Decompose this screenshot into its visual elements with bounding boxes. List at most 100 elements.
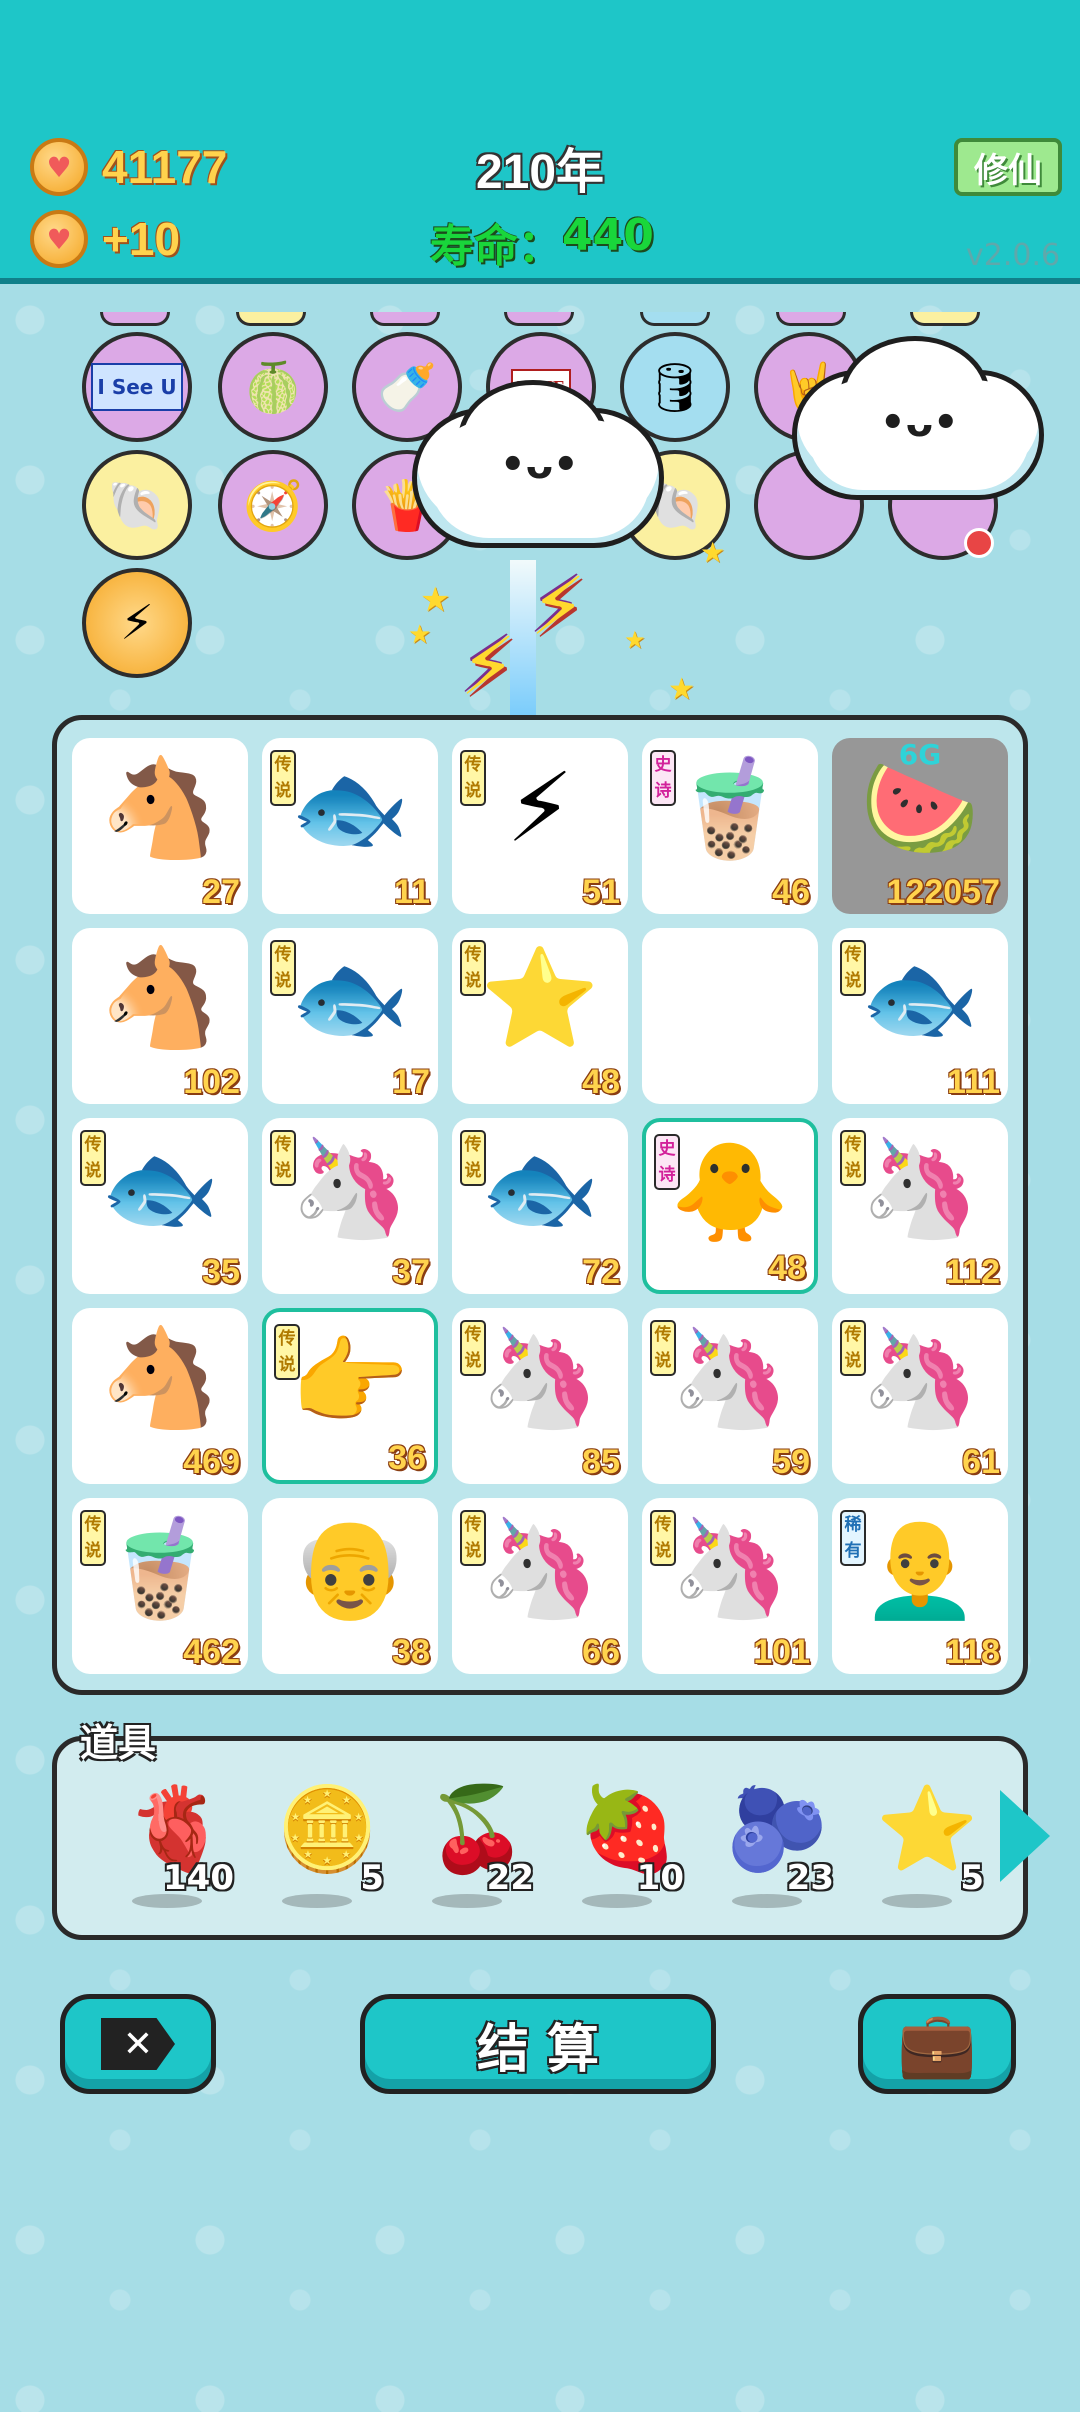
grid-cell[interactable]: 🦄 传说 59 bbox=[642, 1308, 818, 1484]
relic-lightning-coin[interactable]: ⚡ bbox=[82, 568, 192, 678]
star-icon: ★ bbox=[624, 626, 646, 654]
i-see-u-sign-icon: I See U bbox=[91, 363, 183, 411]
cultivate-button[interactable]: 修仙 bbox=[954, 138, 1062, 196]
star-icon: ★ bbox=[420, 580, 451, 620]
item-value: 85 bbox=[582, 1443, 620, 1481]
prop-coin[interactable]: 🪙 5 bbox=[254, 1782, 384, 1912]
item-value: 469 bbox=[183, 1443, 240, 1481]
settle-button[interactable]: 结 算 bbox=[360, 1994, 716, 2094]
item-value: 38 bbox=[392, 1633, 430, 1671]
bag-button[interactable]: 💼 bbox=[858, 1994, 1016, 2094]
grid-cell[interactable]: 🐟 传说 111 bbox=[832, 928, 1008, 1104]
rarity-tag: 传说 bbox=[270, 750, 296, 806]
bolt-icon: ⚡ bbox=[460, 620, 517, 713]
item-value: 48 bbox=[768, 1249, 806, 1287]
props-title: 道具 bbox=[80, 1721, 157, 1765]
close-button[interactable]: ✕ bbox=[60, 1994, 216, 2094]
item-icon: 🐴 bbox=[100, 942, 220, 1054]
item-value: 11 bbox=[394, 873, 430, 911]
rarity-tag: 传说 bbox=[80, 1130, 106, 1186]
grid-cell[interactable]: 🐴 469 bbox=[72, 1308, 248, 1484]
coin-icon: ♥ bbox=[30, 138, 88, 196]
prop-count: 23 bbox=[786, 1858, 834, 1898]
grid-cell[interactable] bbox=[642, 928, 818, 1104]
income-stat: ♥ +10 bbox=[30, 210, 180, 268]
prop-liver[interactable]: 🫀 140 bbox=[104, 1782, 234, 1912]
lifespan-value: 440 bbox=[562, 210, 654, 261]
relic-partial bbox=[100, 312, 170, 326]
relic-partial bbox=[236, 312, 306, 326]
item-icon: 🐴 bbox=[100, 752, 220, 864]
grid-cell[interactable]: 🐟 传说 11 bbox=[262, 738, 438, 914]
item-value: 122057 bbox=[886, 873, 1000, 911]
relic-pomelo[interactable]: 🍈 bbox=[218, 332, 328, 442]
item-value: 61 bbox=[962, 1443, 1000, 1481]
grid-cell[interactable]: 👉 传说 36 bbox=[262, 1308, 438, 1484]
grid-cell[interactable]: 👴 38 bbox=[262, 1498, 438, 1674]
year-label: 210年 bbox=[475, 146, 605, 199]
grid-cell[interactable]: 👨‍🦲 稀有 118 bbox=[832, 1498, 1008, 1674]
grid-cell[interactable]: 🦄 传说 85 bbox=[452, 1308, 628, 1484]
top-header: ♥ 41177 ♥ +10 210年 寿命： 440 修仙 v2.0.6 bbox=[0, 0, 1080, 284]
prop-count: 10 bbox=[636, 1858, 684, 1898]
relic-seashell[interactable]: 🐚 bbox=[82, 450, 192, 560]
grid-cell[interactable]: 6G 🍉 122057 bbox=[832, 738, 1008, 914]
item-value: 66 bbox=[582, 1633, 620, 1671]
grid-cell[interactable]: ⚡ 传说 51 bbox=[452, 738, 628, 914]
item-value: 17 bbox=[392, 1063, 430, 1101]
item-value: 46 bbox=[772, 873, 810, 911]
item-value: 102 bbox=[183, 1063, 240, 1101]
item-value: 112 bbox=[945, 1253, 1000, 1291]
item-icon: 🍉 bbox=[860, 752, 980, 864]
relic-partial bbox=[370, 312, 440, 326]
prop-blueberry[interactable]: 🫐 23 bbox=[704, 1782, 834, 1912]
item-value: 51 bbox=[582, 873, 620, 911]
relic-compass[interactable]: 🧭 bbox=[218, 450, 328, 560]
income-value: +10 bbox=[102, 213, 181, 265]
grid-cell[interactable]: 🦄 传说 112 bbox=[832, 1118, 1008, 1294]
grid-cell[interactable]: 🦄 传说 101 bbox=[642, 1498, 818, 1674]
seashell-icon: 🐚 bbox=[107, 477, 167, 534]
grid-cell[interactable]: 🐴 27 bbox=[72, 738, 248, 914]
bolt-icon: ⚡ bbox=[530, 560, 587, 653]
grid-cell[interactable]: 🐟 传说 72 bbox=[452, 1118, 628, 1294]
grid-cell[interactable]: 🐥 史诗 48 bbox=[642, 1118, 818, 1294]
relic-partial bbox=[640, 312, 710, 326]
grid-cell[interactable]: 🐴 102 bbox=[72, 928, 248, 1104]
prop-count: 5 bbox=[960, 1858, 984, 1898]
rarity-tag: 史诗 bbox=[654, 1134, 680, 1190]
grid-cell[interactable]: ⭐ 传说 48 bbox=[452, 928, 628, 1104]
grid-cell[interactable]: 🐟 传说 35 bbox=[72, 1118, 248, 1294]
rarity-tag: 稀有 bbox=[840, 1510, 866, 1566]
cloud-face: •ᴗ• bbox=[500, 442, 579, 488]
grid-cell[interactable]: 🦄 传说 37 bbox=[262, 1118, 438, 1294]
item-icon: 👴 bbox=[290, 1512, 410, 1624]
rarity-tag: 传说 bbox=[270, 940, 296, 996]
prop-strawberry[interactable]: 🍓 10 bbox=[554, 1782, 684, 1912]
prop-count: 140 bbox=[163, 1858, 234, 1898]
prop-count: 5 bbox=[360, 1858, 384, 1898]
briefcase-icon: 💼 bbox=[897, 2007, 977, 2082]
rarity-tag: 传说 bbox=[650, 1510, 676, 1566]
prop-star[interactable]: ⭐ 5 bbox=[854, 1782, 984, 1912]
star-icon: ★ bbox=[700, 536, 726, 569]
grid-cell[interactable]: 🧋 史诗 46 bbox=[642, 738, 818, 914]
rarity-tag: 传说 bbox=[460, 1510, 486, 1566]
grid-cell[interactable]: 🧋 传说 462 bbox=[72, 1498, 248, 1674]
prop-shadow bbox=[282, 1894, 352, 1908]
grid-cell[interactable]: 🦄 传说 61 bbox=[832, 1308, 1008, 1484]
relic-i-see-u[interactable]: I See U bbox=[82, 332, 192, 442]
item-value: 59 bbox=[772, 1443, 810, 1481]
item-value: 72 bbox=[582, 1253, 620, 1291]
next-arrow-icon[interactable] bbox=[1000, 1790, 1050, 1882]
grid-cell[interactable]: 🦄 传说 66 bbox=[452, 1498, 628, 1674]
grid-cell[interactable]: 🐟 传说 17 bbox=[262, 928, 438, 1104]
rarity-tag: 传说 bbox=[270, 1130, 296, 1186]
item-icon: 🐴 bbox=[100, 1322, 220, 1434]
rarity-tag: 传说 bbox=[460, 1130, 486, 1186]
prop-bayberry[interactable]: 🍒 22 bbox=[404, 1782, 534, 1912]
pomelo-icon: 🍈 bbox=[243, 359, 303, 416]
rarity-tag: 传说 bbox=[274, 1324, 300, 1380]
rarity-tag: 传说 bbox=[460, 1320, 486, 1376]
remove-badge-icon[interactable] bbox=[964, 528, 994, 558]
